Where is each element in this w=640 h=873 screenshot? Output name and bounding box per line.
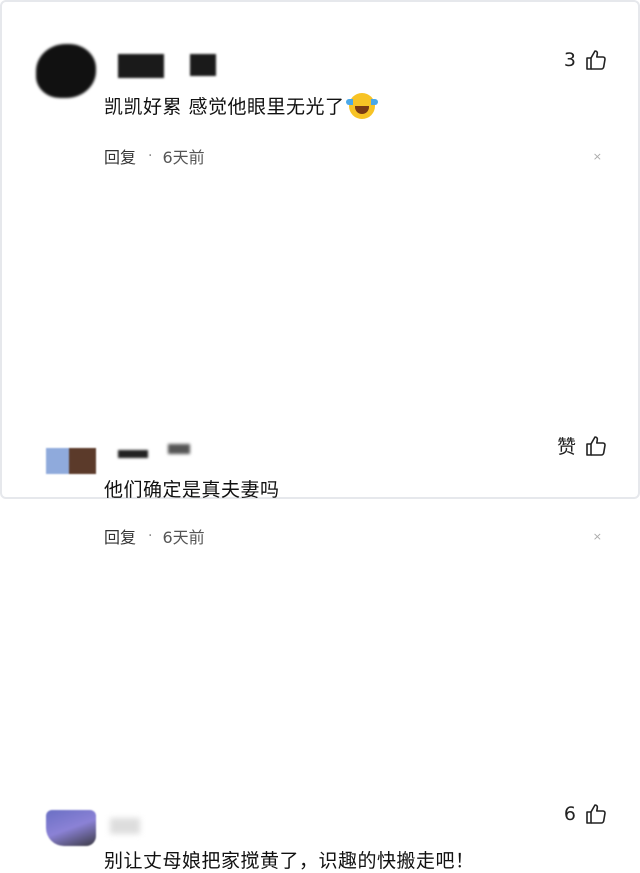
avatar[interactable]: [46, 810, 96, 846]
like-count: 3: [563, 49, 576, 71]
laughing-crying-emoji-icon: [345, 93, 378, 119]
meta-separator: ·: [148, 528, 153, 544]
like-button[interactable]: 3: [564, 48, 608, 72]
like-button[interactable]: 6: [564, 802, 608, 826]
like-count: 6: [563, 803, 576, 825]
avatar[interactable]: [36, 44, 96, 98]
thumbs-up-icon: [586, 50, 606, 70]
comment-text: 别让丈母娘把家搅黄了，识趣的快搬走吧！: [104, 850, 475, 872]
comment-meta: 回复 · 6天前: [104, 144, 205, 168]
username-redacted[interactable]: [118, 54, 164, 78]
username-redacted[interactable]: [110, 818, 140, 834]
reply-button[interactable]: 回复: [104, 524, 136, 548]
reply-button[interactable]: 回复: [104, 144, 136, 168]
meta-separator: ·: [148, 148, 153, 164]
username-redacted-part[interactable]: [190, 54, 216, 76]
comment-timestamp: 6天前: [162, 148, 205, 167]
comment-item: 别让丈母娘把家搅黄了，识趣的快搬走吧！ 6: [0, 390, 640, 872]
close-icon[interactable]: ×: [593, 150, 602, 163]
comment-item: 他们确定是真夫妻吗 回复 · 6天前 × 赞: [0, 200, 640, 547]
close-icon[interactable]: ×: [593, 530, 602, 543]
comment-meta: 回复 · 6天前: [104, 524, 205, 548]
thumbs-up-icon: [586, 804, 606, 824]
comment-text: 凯凯好累 感觉他眼里无光了: [104, 92, 378, 119]
comment-text-body: 凯凯好累 感觉他眼里无光了: [104, 96, 345, 118]
comment-timestamp: 6天前: [162, 528, 205, 547]
comment-item: 凯凯好累 感觉他眼里无光了 回复 · 6天前 × 3: [0, 0, 640, 200]
